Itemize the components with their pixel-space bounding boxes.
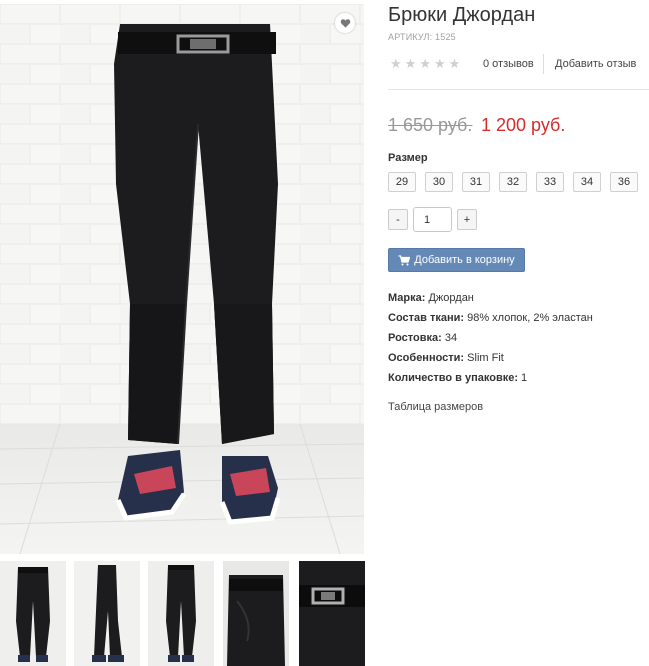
thumbnail-1[interactable] bbox=[0, 561, 66, 666]
property-label: Ростовка: bbox=[388, 332, 442, 344]
thumbnail-4[interactable] bbox=[223, 561, 289, 666]
add-to-cart-button[interactable]: Добавить в корзину bbox=[388, 248, 525, 272]
size-table-link[interactable]: Таблица размеров bbox=[388, 401, 483, 413]
property-label: Особенности: bbox=[388, 352, 465, 364]
main-product-image[interactable] bbox=[0, 4, 364, 554]
quantity-increase-button[interactable]: + bbox=[457, 209, 477, 230]
rating-stars[interactable]: ★ ★ ★ ★ ★ bbox=[390, 57, 460, 70]
cart-icon bbox=[398, 254, 411, 265]
property-brand: Марка: Джордан bbox=[388, 292, 474, 304]
property-value: Slim Fit bbox=[464, 352, 504, 364]
star-icon[interactable]: ★ bbox=[434, 57, 446, 70]
property-label: Марка: bbox=[388, 292, 426, 304]
star-icon[interactable]: ★ bbox=[390, 57, 402, 70]
product-title: Брюки Джордан bbox=[388, 4, 536, 26]
property-value: 34 bbox=[441, 332, 458, 344]
add-to-cart-label: Добавить в корзину bbox=[414, 254, 515, 266]
product-sku: АРТИКУЛ: 1525 bbox=[388, 32, 456, 42]
size-option[interactable]: 30 bbox=[425, 172, 453, 192]
property-fabric: Состав ткани: 98% хлопок, 2% эластан bbox=[388, 312, 593, 324]
quantity-input[interactable] bbox=[413, 207, 452, 232]
property-label: Состав ткани: bbox=[388, 312, 465, 324]
divider bbox=[543, 54, 544, 74]
thumbnail-5[interactable] bbox=[299, 561, 365, 666]
wishlist-button[interactable] bbox=[335, 13, 355, 33]
quantity-decrease-button[interactable]: - bbox=[388, 209, 408, 230]
star-icon[interactable]: ★ bbox=[405, 57, 417, 70]
reviews-link[interactable]: 0 отзывов bbox=[483, 58, 534, 70]
property-label: Количество в упаковке: bbox=[388, 372, 518, 384]
property-value: Джордан bbox=[425, 292, 474, 304]
add-review-link[interactable]: Добавить отзыв bbox=[555, 58, 636, 70]
thumbnail-3[interactable] bbox=[148, 561, 214, 666]
property-size-run: Ростовка: 34 bbox=[388, 332, 457, 344]
divider bbox=[388, 89, 649, 90]
star-icon[interactable]: ★ bbox=[449, 57, 461, 70]
heart-icon bbox=[340, 18, 350, 28]
property-value: 98% хлопок, 2% эластан bbox=[464, 312, 593, 324]
property-pack-quantity: Количество в упаковке: 1 bbox=[388, 372, 527, 384]
star-icon[interactable]: ★ bbox=[419, 57, 431, 70]
size-option[interactable]: 32 bbox=[499, 172, 527, 192]
size-option[interactable]: 33 bbox=[536, 172, 564, 192]
size-option[interactable]: 34 bbox=[573, 172, 601, 192]
old-price: 1 650 руб. bbox=[388, 115, 473, 135]
property-features: Особенности: Slim Fit bbox=[388, 352, 504, 364]
property-value: 1 bbox=[518, 372, 528, 384]
thumbnail-2[interactable] bbox=[74, 561, 140, 666]
size-option[interactable]: 31 bbox=[462, 172, 490, 192]
size-label: Размер bbox=[388, 152, 428, 164]
thumbnail-strip bbox=[0, 561, 370, 666]
size-option[interactable]: 36 bbox=[610, 172, 638, 192]
current-price: 1 200 руб. bbox=[481, 115, 566, 135]
size-option[interactable]: 29 bbox=[388, 172, 416, 192]
